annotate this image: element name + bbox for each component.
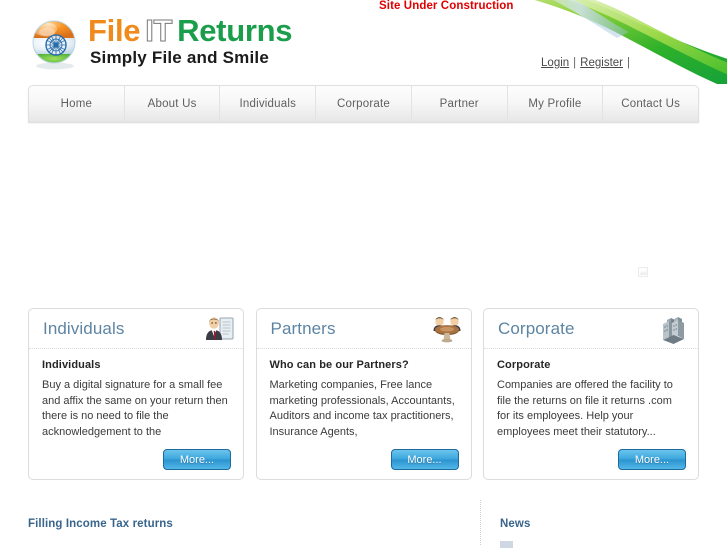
card-partners-body: Who can be our Partners? Marketing compa…	[257, 349, 471, 440]
nav-item-contact-us[interactable]: Contact Us	[603, 86, 698, 122]
card-corporate-title: Corporate	[498, 318, 575, 338]
feature-cards-row: Individuals Individuals Buy a digital si…	[28, 308, 699, 480]
nav-item-individuals[interactable]: Individuals	[220, 86, 317, 122]
card-partners-header: Partners	[256, 309, 471, 349]
card-individuals-subtitle: Individuals	[42, 359, 101, 371]
card-corporate[interactable]: Corporate Corporate Companies are offere…	[483, 308, 699, 480]
site-logo[interactable]: File IT Returns Simply File and Smile	[28, 14, 292, 76]
card-corporate-text: Companies are offered the facility to fi…	[497, 379, 673, 438]
card-individuals-body: Individuals Buy a digital signature for …	[29, 349, 243, 440]
news-column: News	[480, 500, 699, 548]
two-people-meeting-icon	[431, 314, 463, 344]
card-partners-title: Partners	[270, 318, 336, 338]
green-swoosh-graphic	[401, 0, 727, 84]
auth-separator-1: |	[573, 57, 577, 69]
broken-image-placeholder-icon	[638, 264, 648, 277]
card-individuals[interactable]: Individuals Individuals Buy a digital si…	[28, 308, 244, 480]
card-partners-subtitle: Who can be our Partners?	[269, 359, 409, 371]
nav-item-home[interactable]: Home	[29, 86, 125, 122]
nav-item-partner[interactable]: Partner	[412, 86, 508, 122]
banner-slideshow-area	[28, 124, 699, 300]
nav-item-about-us[interactable]: About Us	[125, 86, 221, 122]
card-corporate-body: Corporate Companies are offered the faci…	[484, 349, 698, 440]
card-corporate-header: Corporate	[484, 309, 698, 349]
logo-word-returns: Returns	[177, 13, 293, 48]
card-partners-text: Marketing companies, Free lance marketin…	[269, 379, 455, 438]
card-corporate-subtitle: Corporate	[497, 359, 551, 371]
logo-word-file: File	[88, 13, 141, 48]
login-link[interactable]: Login	[541, 57, 569, 69]
office-buildings-icon	[658, 314, 690, 344]
businessman-icon	[203, 314, 235, 344]
card-individuals-more-button[interactable]: More...	[163, 449, 231, 470]
card-individuals-title: Individuals	[43, 318, 125, 338]
auth-separator-2: |	[627, 57, 630, 69]
filing-returns-column: Filling Income Tax returns	[28, 500, 480, 545]
lower-content-section: Filling Income Tax returns News	[28, 500, 699, 548]
news-heading: News	[500, 518, 531, 530]
card-partners-more-button[interactable]: More...	[390, 449, 459, 470]
logo-wordmark: File IT Returns Simply File and Smile	[88, 13, 293, 68]
register-link[interactable]: Register	[580, 57, 623, 69]
nav-item-my-profile[interactable]: My Profile	[508, 86, 604, 122]
nav-item-corporate[interactable]: Corporate	[316, 86, 412, 122]
logo-word-it: IT	[145, 13, 173, 48]
card-individuals-text: Buy a digital signature for a small fee …	[42, 379, 228, 438]
card-corporate-more-button[interactable]: More...	[618, 449, 686, 470]
filing-returns-heading: Filling Income Tax returns	[28, 518, 173, 530]
auth-links: Login | Register |	[537, 57, 630, 69]
logo-tagline: Simply File and Smile	[90, 48, 269, 67]
site-under-construction-banner: Site Under Construction	[379, 0, 514, 12]
main-navigation: Home About Us Individuals Corporate Part…	[28, 85, 699, 123]
card-individuals-header: Individuals	[29, 309, 243, 349]
card-partners[interactable]: Partners Who can be our Partners? Market…	[255, 308, 472, 480]
india-flag-sphere-logo-icon	[28, 16, 84, 72]
page-header: Site Under Construction File IT Returns …	[0, 0, 727, 84]
